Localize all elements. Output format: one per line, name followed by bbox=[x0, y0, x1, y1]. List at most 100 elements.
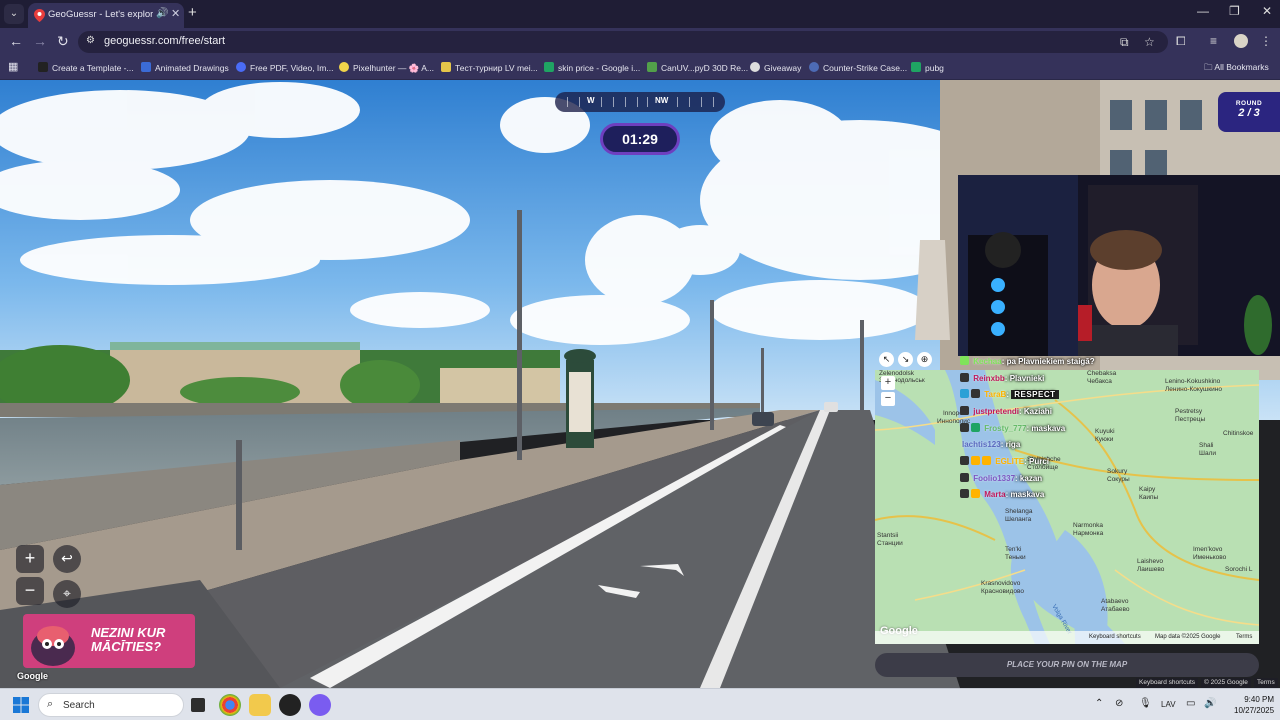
tab-search-chevron-icon[interactable]: ⌄ bbox=[4, 4, 24, 24]
tab-geoguessr[interactable]: GeoGuessr - Let's explore t 🔊 ✕ bbox=[28, 3, 184, 28]
bookmark-item[interactable]: Giveaway bbox=[750, 62, 801, 73]
profile-avatar[interactable] bbox=[1234, 34, 1248, 48]
chat-message: Reinxbb: Plavnieki bbox=[960, 373, 1044, 383]
window-close-icon[interactable]: ✕ bbox=[1262, 4, 1272, 18]
taskbar-search-label: Search bbox=[63, 700, 95, 711]
bookmark-favicon-icon bbox=[38, 62, 48, 72]
forward-icon[interactable]: → bbox=[33, 33, 47, 49]
task-view-icon[interactable] bbox=[191, 698, 205, 712]
return-to-start-pin-icon[interactable]: ⌖ bbox=[53, 580, 81, 608]
chat-message: Kechaa: pa Plavniekiem staigā? bbox=[960, 356, 1095, 366]
bookmark-favicon-icon bbox=[911, 62, 921, 72]
all-bookmarks-folder[interactable]: 🗀 All Bookmarks bbox=[1204, 62, 1269, 76]
chat-message: TaraB: RESPECT bbox=[960, 389, 1059, 399]
map-zoom-in-icon[interactable]: + bbox=[881, 376, 895, 390]
windows-taskbar: ⌕ Search ⌃ ⊘ 🎙 LAV ▭ 🔊 9:40 PM 10/27/202… bbox=[0, 688, 1280, 720]
restore-icon[interactable]: ❐ bbox=[1229, 4, 1240, 18]
chat-message: justpretendi: Kaziahi bbox=[960, 406, 1052, 416]
map-pin-toggle-icon[interactable]: ⊕ bbox=[917, 352, 932, 367]
terms-link[interactable]: Terms bbox=[1254, 678, 1278, 688]
app-icon[interactable] bbox=[279, 694, 301, 716]
browser-nav-bar: ← → ↻ ⚙ geoguessr.com/free/start ⧉ ☆ ⧠ ≡… bbox=[0, 28, 1280, 56]
apps-grid-icon[interactable]: ▦ bbox=[8, 60, 18, 73]
cast-icon[interactable]: ⧉ bbox=[1120, 35, 1129, 50]
bookmarks-bar: ▦ Create a Template -... Animated Drawin… bbox=[0, 56, 1280, 80]
bookmark-item[interactable]: Counter-Strike Case... bbox=[809, 62, 907, 73]
bookmark-item[interactable]: pubg bbox=[911, 62, 944, 73]
ad-text: NEZINI KUR MĀCĪTIES? bbox=[91, 625, 166, 654]
chrome-icon[interactable] bbox=[219, 694, 241, 716]
bookmark-item[interactable]: Pixelhunter — 🌸 A... bbox=[339, 62, 434, 74]
keyboard-shortcuts-link[interactable]: Keyboard shortcuts bbox=[1136, 678, 1199, 688]
round-label: ROUND bbox=[1235, 100, 1263, 107]
map-attribution-bar: Keyboard shortcuts Map data ©2025 Google… bbox=[875, 631, 1259, 644]
undo-move-button[interactable]: ↩ bbox=[53, 545, 81, 573]
folder-icon: 🗀 bbox=[1204, 62, 1215, 72]
back-icon[interactable]: ← bbox=[9, 33, 23, 49]
bookmark-item[interactable]: Тест-турнир LV mei... bbox=[441, 62, 538, 73]
chat-badge-icon bbox=[971, 489, 980, 498]
chat-badge-icon bbox=[982, 456, 991, 465]
media-control-icon[interactable]: ≡ bbox=[1210, 34, 1217, 48]
webcam-image bbox=[958, 175, 1280, 356]
map-keyboard-shortcuts-link[interactable]: Keyboard shortcuts bbox=[1089, 634, 1141, 640]
volume-icon[interactable]: 🔊 bbox=[1204, 698, 1216, 709]
language-indicator[interactable]: LAV bbox=[1161, 700, 1176, 709]
ad-banner[interactable]: NEZINI KUR MĀCĪTIES? bbox=[23, 614, 195, 668]
bookmark-star-icon[interactable]: ☆ bbox=[1144, 35, 1155, 49]
tab-close-icon[interactable]: ✕ bbox=[171, 7, 180, 20]
tray-chevron-icon[interactable]: ⌃ bbox=[1095, 698, 1103, 709]
guess-map[interactable]: Zelenodolsk Зеленодольськ Chebaksa Чебак… bbox=[875, 370, 1259, 644]
windows-start-icon[interactable] bbox=[13, 697, 29, 713]
system-clock[interactable]: 9:40 PM 10/27/2025 bbox=[1234, 694, 1274, 716]
map-zoom-out-icon[interactable]: − bbox=[881, 392, 895, 406]
bookmark-favicon-icon bbox=[441, 62, 451, 72]
geoguessr-favicon-icon bbox=[34, 9, 45, 22]
mascot-icon bbox=[31, 626, 75, 666]
taskbar-search[interactable]: ⌕ Search bbox=[38, 693, 184, 717]
compass-west-label: W bbox=[587, 96, 595, 105]
chat-message: EGLITE: Purci bbox=[960, 456, 1049, 466]
chat-badge-icon bbox=[960, 456, 969, 465]
site-info-icon[interactable]: ⚙ bbox=[86, 35, 95, 46]
bookmark-item[interactable]: Animated Drawings bbox=[141, 62, 229, 73]
minimize-icon[interactable]: — bbox=[1197, 4, 1209, 18]
geoguessr-game-area: W NW 01:29 ROUND 2 / 3 + − ↩ ⌖ NEZINI KU… bbox=[0, 80, 1280, 688]
chat-badge-icon bbox=[960, 406, 969, 415]
microphone-icon[interactable]: 🎙 bbox=[1139, 698, 1152, 709]
bookmark-item[interactable]: Create a Template -... bbox=[38, 62, 134, 73]
file-explorer-icon[interactable] bbox=[249, 694, 271, 716]
browser-tab-bar: ⌄ GeoGuessr - Let's explore t 🔊 ✕ + — ❐ … bbox=[0, 0, 1280, 28]
round-indicator: ROUND 2 / 3 bbox=[1218, 92, 1280, 132]
reload-icon[interactable]: ↻ bbox=[57, 33, 69, 50]
google-watermark: Google bbox=[17, 671, 48, 681]
discord-icon[interactable] bbox=[309, 694, 331, 716]
address-bar[interactable]: ⚙ geoguessr.com/free/start ⧉ ☆ bbox=[78, 31, 1168, 53]
bookmark-favicon-icon bbox=[750, 62, 760, 72]
chat-badge-icon bbox=[960, 423, 969, 432]
chat-badge-icon bbox=[971, 456, 980, 465]
chat-badge-icon bbox=[960, 356, 969, 365]
clock-date: 10/27/2025 bbox=[1234, 706, 1275, 715]
bookmark-item[interactable]: Free PDF, Video, Im... bbox=[236, 62, 333, 73]
tab-title: GeoGuessr - Let's explore t bbox=[48, 9, 153, 20]
map-shrink-icon[interactable]: ↘ bbox=[898, 352, 913, 367]
map-expand-icon[interactable]: ↖ bbox=[879, 352, 894, 367]
extensions-icon[interactable]: ⧠ bbox=[1176, 34, 1186, 49]
bookmark-item[interactable]: skin price - Google i... bbox=[544, 62, 640, 73]
audio-icon[interactable]: 🔊 bbox=[156, 8, 168, 19]
map-terms-link[interactable]: Terms bbox=[1236, 634, 1252, 640]
network-off-icon[interactable]: ⊘ bbox=[1115, 698, 1123, 709]
chat-badge-icon bbox=[960, 373, 969, 382]
bookmark-item[interactable]: CanUV...pyD 30D Re... bbox=[647, 62, 748, 73]
chat-message: Foolio1337: kazan bbox=[960, 473, 1042, 483]
zoom-in-button[interactable]: + bbox=[16, 545, 44, 573]
bookmark-favicon-icon bbox=[809, 62, 819, 72]
browser-menu-icon[interactable]: ⋮ bbox=[1260, 34, 1272, 48]
url-text[interactable]: geoguessr.com/free/start bbox=[104, 35, 225, 47]
place-pin-button[interactable]: PLACE YOUR PIN ON THE MAP bbox=[875, 653, 1259, 677]
zoom-out-button[interactable]: − bbox=[16, 577, 44, 605]
bookmark-favicon-icon bbox=[236, 62, 246, 72]
monitor-icon[interactable]: ▭ bbox=[1186, 698, 1195, 709]
new-tab-icon[interactable]: + bbox=[188, 4, 197, 21]
